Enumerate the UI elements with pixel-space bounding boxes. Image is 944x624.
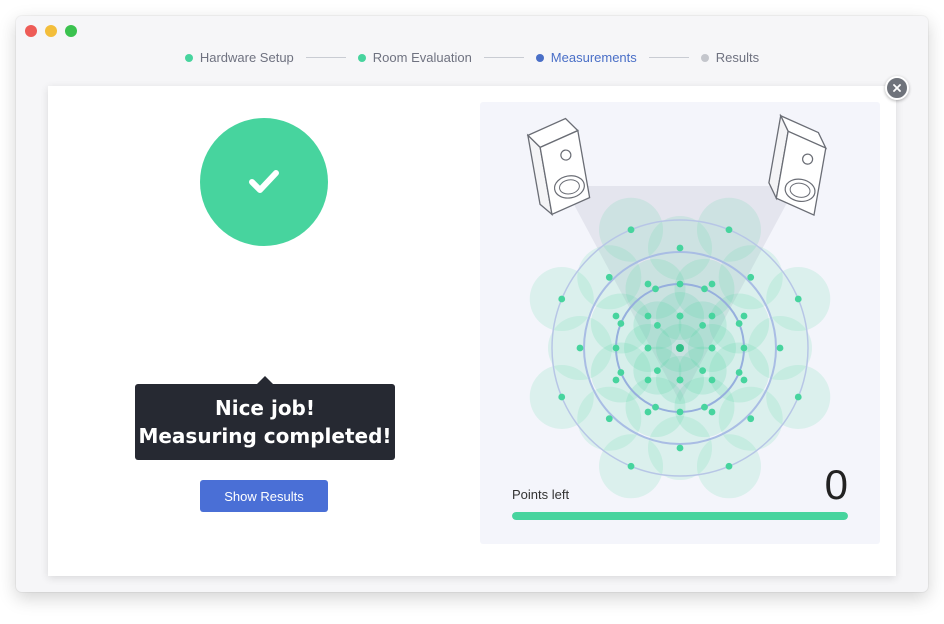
window-controls [25,25,77,37]
step-dot [184,53,193,62]
measurement-point [676,376,684,384]
measurement-point [740,312,748,320]
measurement-point [644,344,652,352]
measurement-point [644,312,652,320]
measurement-point [605,273,613,281]
step-connector [483,57,524,58]
measurement-point [725,226,733,234]
window-minimize-button[interactable] [45,25,57,37]
window-maximize-button[interactable] [65,25,77,37]
step-connector [648,57,689,58]
measurement-point [699,321,707,329]
center-listening-point [676,344,684,352]
check-icon [249,170,279,193]
show-results-button[interactable]: Show Results [200,480,328,512]
measurement-point [699,367,707,375]
tooltip-line-2: Measuring completed! [138,424,392,448]
wizard-steps: Hardware Setup Room Evaluation Measureme… [16,50,928,65]
measurement-point [708,408,716,416]
success-badge [200,118,328,246]
points-left-label: Points left [512,487,570,502]
measurement-point [794,393,802,401]
step-dot [535,53,544,62]
close-icon [893,84,901,92]
measurement-point [708,376,716,384]
measurement-point [652,285,659,293]
measurement-point [708,344,716,352]
measurement-point [653,367,661,375]
measurement-point [558,295,566,303]
measurement-point [794,295,802,303]
measurement-point [653,321,661,329]
measurement-point [644,376,652,384]
step-room-evaluation[interactable]: Room Evaluation [357,50,472,65]
window-close-button[interactable] [25,25,37,37]
measurement-point [740,376,748,384]
measurement-point [708,312,716,320]
measurement-point [701,403,708,411]
completion-tooltip: Nice job! Measuring completed! [135,376,395,460]
measurement-point [644,280,652,288]
measurement-point [735,369,743,376]
measurement-point [612,312,620,320]
measurement-point [644,408,652,416]
step-hardware-setup[interactable]: Hardware Setup [184,50,294,65]
measurement-point [676,244,684,252]
step-measurements[interactable]: Measurements [535,50,637,65]
measurement-diagram: Points left 0 [480,102,880,544]
step-label: Room Evaluation [372,50,472,65]
measurement-panel: Nice job! Measuring completed! Show Resu… [48,86,896,576]
app-window: Hardware Setup Room Evaluation Measureme… [16,16,928,592]
room-measurement-map [526,113,831,499]
measurement-point [612,376,620,384]
step-results[interactable]: Results [700,50,760,65]
measurement-point [776,344,784,352]
step-connector [305,57,346,58]
measurement-point [617,369,625,376]
measurement-point [735,320,743,327]
measurement-point [617,320,625,327]
measurement-point [747,415,755,423]
speaker-left-icon [526,117,591,217]
measurement-point [558,393,566,401]
tooltip-line-1: Nice job! [214,396,315,420]
measurement-point [676,444,684,452]
measurement-point [676,408,684,416]
step-label: Results [715,50,760,65]
measurement-point [627,226,635,234]
step-label: Measurements [550,50,637,65]
measurement-point [701,285,708,293]
step-label: Hardware Setup [199,50,294,65]
measurement-point [747,273,755,281]
points-progress-bar [512,512,848,520]
step-dot [700,53,709,62]
measurement-point [652,403,659,411]
step-dot [357,53,366,62]
measurement-point [612,344,620,352]
measurement-point [676,280,684,288]
points-progress-fill [512,512,848,520]
points-left-value: 0 [824,461,848,508]
measurement-point [725,462,733,470]
measurement-point [676,312,684,320]
measurement-point [708,280,716,288]
measurement-point [605,415,613,423]
close-panel-button[interactable] [885,76,909,100]
measurement-point [576,344,584,352]
measurement-point [627,462,635,470]
measurement-point [740,344,748,352]
